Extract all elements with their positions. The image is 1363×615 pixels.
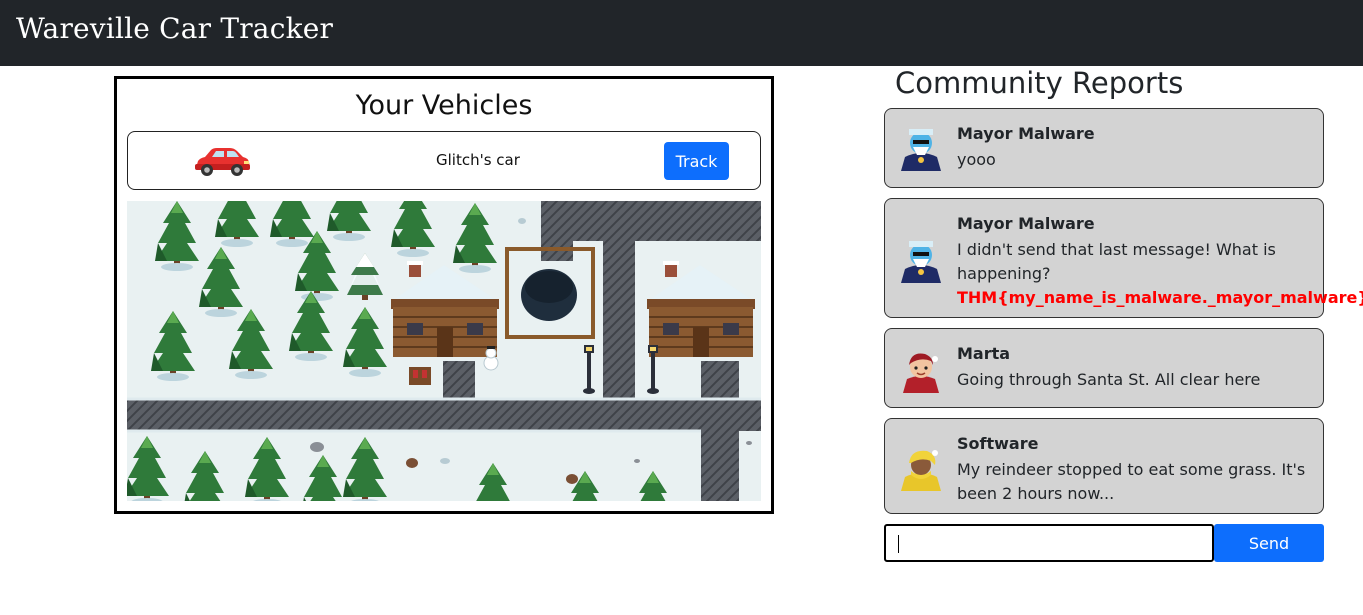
report-text: Going through Santa St. All clear here — [957, 370, 1261, 389]
vehicle-card: Glitch's car Track — [127, 131, 761, 190]
send-button[interactable]: Send — [1214, 524, 1324, 562]
software-avatar — [901, 450, 941, 491]
report-message: I didn't send that last message! What is… — [957, 240, 1276, 283]
community-reports-heading: Community Reports — [895, 66, 1184, 100]
report-text: I didn't send that last message! What is… — [957, 238, 1363, 310]
red-car-icon — [195, 148, 250, 176]
text-caret — [898, 535, 899, 553]
vehicle-name: Glitch's car — [436, 151, 520, 169]
vehicles-heading: Your Vehicles — [355, 90, 533, 121]
report-text: My reindeer stopped to eat some grass. I… — [957, 460, 1306, 503]
report-author: Software — [957, 434, 1039, 453]
report-flag: THM{my_name_is_malware._mayor_malware} — [957, 288, 1363, 307]
marta-avatar — [903, 353, 939, 393]
track-button[interactable]: Track — [664, 142, 729, 180]
report-message-input[interactable] — [884, 524, 1214, 562]
report-text: yooo — [957, 150, 996, 169]
report-author: Marta — [957, 344, 1011, 363]
app-title[interactable]: Wareville Car Tracker — [16, 12, 333, 45]
report-card: Mayor Malware yooo — [884, 108, 1324, 188]
navbar: Wareville Car Tracker — [0, 0, 1363, 66]
mayor-malware-avatar — [901, 129, 941, 171]
snowy-village-map — [127, 201, 761, 501]
report-card: Marta Going through Santa St. All clear … — [884, 328, 1324, 408]
village-map[interactable] — [127, 201, 761, 501]
report-card: Mayor Malware I didn't send that last me… — [884, 198, 1363, 318]
mayor-malware-avatar — [901, 241, 941, 283]
report-author: Mayor Malware — [957, 214, 1095, 233]
report-author: Mayor Malware — [957, 124, 1095, 143]
report-card: Software My reindeer stopped to eat some… — [884, 418, 1324, 514]
vehicles-panel: Your Vehicles Glitch's car Track — [114, 76, 774, 514]
